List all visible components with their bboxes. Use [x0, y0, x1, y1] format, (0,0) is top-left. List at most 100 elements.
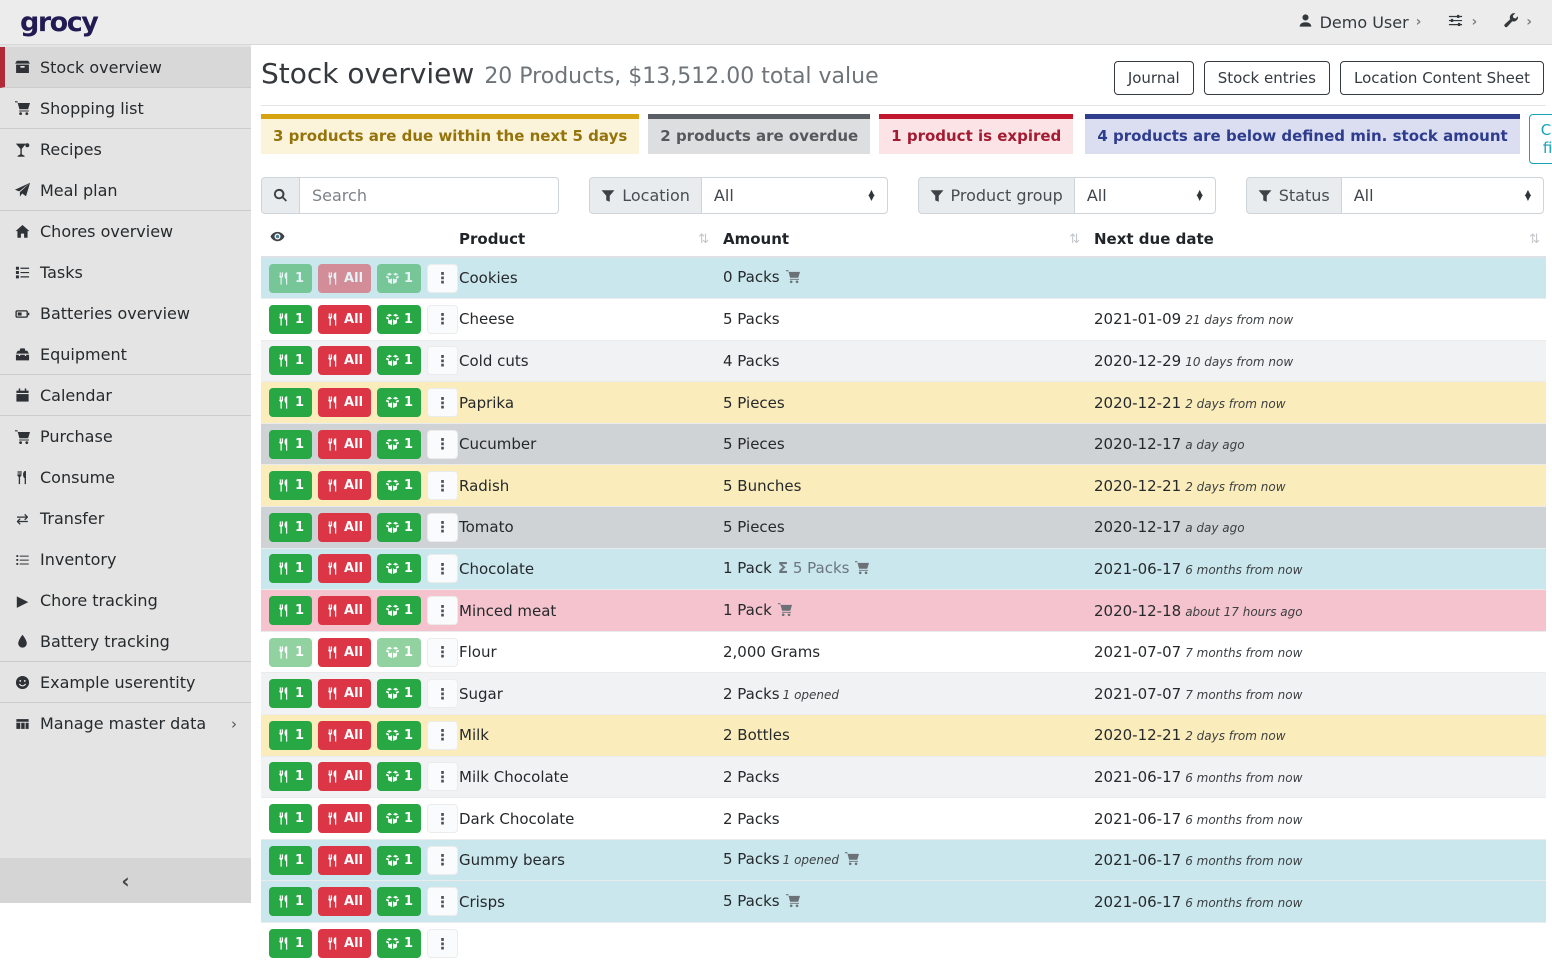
- product-group-select[interactable]: All▲▼: [1074, 177, 1216, 214]
- open-one-button[interactable]: 1: [377, 471, 421, 500]
- table-row[interactable]: 1All1⋮Milk Chocolate2 Packs2021-06-176 m…: [261, 756, 1546, 798]
- grocy-logo[interactable]: grocy: [20, 7, 97, 38]
- row-menu-button[interactable]: ⋮: [427, 679, 458, 708]
- banner-below-min[interactable]: 4 products are below defined min. stock …: [1085, 114, 1519, 154]
- sidebar-item-example-userentity[interactable]: Example userentity: [0, 662, 251, 703]
- table-row[interactable]: 1All1⋮Chocolate1 PackΣ 5 Packs2021-06-17…: [261, 548, 1546, 590]
- row-menu-button[interactable]: ⋮: [427, 430, 458, 459]
- consume-all-button[interactable]: All: [318, 638, 371, 667]
- row-menu-button[interactable]: ⋮: [427, 721, 458, 750]
- consume-one-button[interactable]: 1: [269, 887, 312, 916]
- clear-filter-button[interactable]: Clear filter: [1529, 114, 1552, 164]
- row-menu-button[interactable]: ⋮: [427, 471, 458, 500]
- consume-one-button[interactable]: 1: [269, 721, 312, 750]
- consume-all-button[interactable]: All: [318, 721, 371, 750]
- search-input[interactable]: [299, 177, 559, 214]
- row-menu-button[interactable]: ⋮: [427, 596, 458, 625]
- table-row[interactable]: 1All1⋮Gummy bears5 Packs1 opened2021-06-…: [261, 839, 1546, 881]
- consume-one-button[interactable]: 1: [269, 846, 312, 875]
- table-row[interactable]: 1All1⋮: [261, 923, 1546, 964]
- sidebar-item-battery-tracking[interactable]: Battery tracking: [0, 621, 251, 662]
- table-row[interactable]: 1All1⋮Crisps5 Packs2021-06-176 months fr…: [261, 881, 1546, 923]
- row-menu-button[interactable]: ⋮: [427, 346, 458, 375]
- sidebar-item-recipes[interactable]: Recipes: [0, 129, 251, 170]
- table-row[interactable]: 1All1⋮Flour2,000 Grams2021-07-077 months…: [261, 631, 1546, 673]
- location-select[interactable]: All▲▼: [701, 177, 888, 214]
- sidebar-item-batteries-overview[interactable]: Batteries overview: [0, 293, 251, 334]
- consume-one-button[interactable]: 1: [269, 305, 312, 334]
- admin-menu[interactable]: ›: [1503, 12, 1532, 32]
- consume-all-button[interactable]: All: [318, 929, 371, 958]
- consume-one-button[interactable]: 1: [269, 388, 312, 417]
- table-row[interactable]: 1All1⋮Milk2 Bottles2020-12-212 days from…: [261, 715, 1546, 757]
- table-row[interactable]: 1All1⋮Cheese5 Packs2021-01-0921 days fro…: [261, 299, 1546, 341]
- open-one-button[interactable]: 1: [377, 346, 421, 375]
- eye-icon[interactable]: [269, 229, 286, 248]
- consume-all-button[interactable]: All: [318, 513, 371, 542]
- open-one-button[interactable]: 1: [377, 929, 421, 958]
- column-header-next-due-date[interactable]: Next due date⇅: [1086, 223, 1546, 257]
- sidebar-item-meal-plan[interactable]: Meal plan: [0, 170, 251, 211]
- consume-one-button[interactable]: 1: [269, 762, 312, 791]
- table-row[interactable]: 1All1⋮Radish5 Bunches2020-12-212 days fr…: [261, 465, 1546, 507]
- row-menu-button[interactable]: ⋮: [427, 638, 458, 667]
- journal-button[interactable]: Journal: [1114, 61, 1194, 95]
- consume-all-button[interactable]: All: [318, 804, 371, 833]
- consume-all-button[interactable]: All: [318, 679, 371, 708]
- status-select[interactable]: All▲▼: [1341, 177, 1544, 214]
- open-one-button[interactable]: 1: [377, 762, 421, 791]
- column-header-amount[interactable]: Amount⇅: [715, 223, 1086, 257]
- row-menu-button[interactable]: ⋮: [427, 762, 458, 791]
- consume-one-button[interactable]: 1: [269, 929, 312, 958]
- sidebar-item-inventory[interactable]: Inventory: [0, 539, 251, 580]
- open-one-button[interactable]: 1: [377, 388, 421, 417]
- consume-all-button[interactable]: All: [318, 554, 371, 583]
- table-row[interactable]: 1All1⋮Cold cuts4 Packs2020-12-2910 days …: [261, 340, 1546, 382]
- row-menu-button[interactable]: ⋮: [427, 804, 458, 833]
- column-header-product[interactable]: Product⇅: [451, 223, 715, 257]
- sidebar-item-tasks[interactable]: Tasks: [0, 252, 251, 293]
- consume-all-button[interactable]: All: [318, 596, 371, 625]
- table-row[interactable]: 1All1⋮Sugar2 Packs1 opened2021-07-077 mo…: [261, 673, 1546, 715]
- banner-overdue[interactable]: 2 products are overdue: [648, 114, 870, 154]
- consume-one-button[interactable]: 1: [269, 513, 312, 542]
- open-one-button[interactable]: 1: [377, 846, 421, 875]
- open-one-button[interactable]: 1: [377, 430, 421, 459]
- sidebar-item-shopping-list[interactable]: Shopping list: [0, 88, 251, 129]
- consume-one-button[interactable]: 1: [269, 679, 312, 708]
- open-one-button[interactable]: 1: [377, 554, 421, 583]
- sidebar-item-manage-master-data[interactable]: Manage master data›: [0, 703, 251, 744]
- sidebar-item-equipment[interactable]: Equipment: [0, 334, 251, 375]
- consume-one-button[interactable]: 1: [269, 430, 312, 459]
- consume-all-button[interactable]: All: [318, 846, 371, 875]
- sidebar-item-purchase[interactable]: Purchase: [0, 416, 251, 457]
- consume-one-button[interactable]: 1: [269, 471, 312, 500]
- row-menu-button[interactable]: ⋮: [427, 305, 458, 334]
- row-menu-button[interactable]: ⋮: [427, 264, 458, 293]
- open-one-button[interactable]: 1: [377, 721, 421, 750]
- user-menu[interactable]: Demo User ›: [1298, 13, 1422, 32]
- consume-one-button[interactable]: 1: [269, 346, 312, 375]
- table-row[interactable]: 1All1⋮Cucumber5 Pieces2020-12-17a day ag…: [261, 423, 1546, 465]
- open-one-button[interactable]: 1: [377, 804, 421, 833]
- table-row[interactable]: 1All1⋮Dark Chocolate2 Packs2021-06-176 m…: [261, 798, 1546, 840]
- consume-all-button[interactable]: All: [318, 388, 371, 417]
- consume-one-button[interactable]: 1: [269, 554, 312, 583]
- sidebar-collapse-button[interactable]: ‹: [0, 858, 251, 903]
- consume-all-button[interactable]: All: [318, 305, 371, 334]
- banner-due-soon[interactable]: 3 products are due within the next 5 day…: [261, 114, 639, 154]
- consume-all-button[interactable]: All: [318, 346, 371, 375]
- consume-one-button[interactable]: 1: [269, 596, 312, 625]
- sidebar-item-chore-tracking[interactable]: ▶Chore tracking: [0, 580, 251, 621]
- table-row[interactable]: 1All1⋮Paprika5 Pieces2020-12-212 days fr…: [261, 382, 1546, 424]
- consume-all-button[interactable]: All: [318, 887, 371, 916]
- row-menu-button[interactable]: ⋮: [427, 929, 458, 958]
- table-row[interactable]: 1All1⋮Cookies0 Packs: [261, 257, 1546, 299]
- stock-entries-button[interactable]: Stock entries: [1204, 61, 1330, 95]
- row-menu-button[interactable]: ⋮: [427, 887, 458, 916]
- row-menu-button[interactable]: ⋮: [427, 513, 458, 542]
- consume-all-button[interactable]: All: [318, 762, 371, 791]
- sidebar-item-consume[interactable]: Consume: [0, 457, 251, 498]
- sidebar-item-transfer[interactable]: ⇄Transfer: [0, 498, 251, 539]
- sidebar-item-stock-overview[interactable]: Stock overview: [0, 47, 251, 88]
